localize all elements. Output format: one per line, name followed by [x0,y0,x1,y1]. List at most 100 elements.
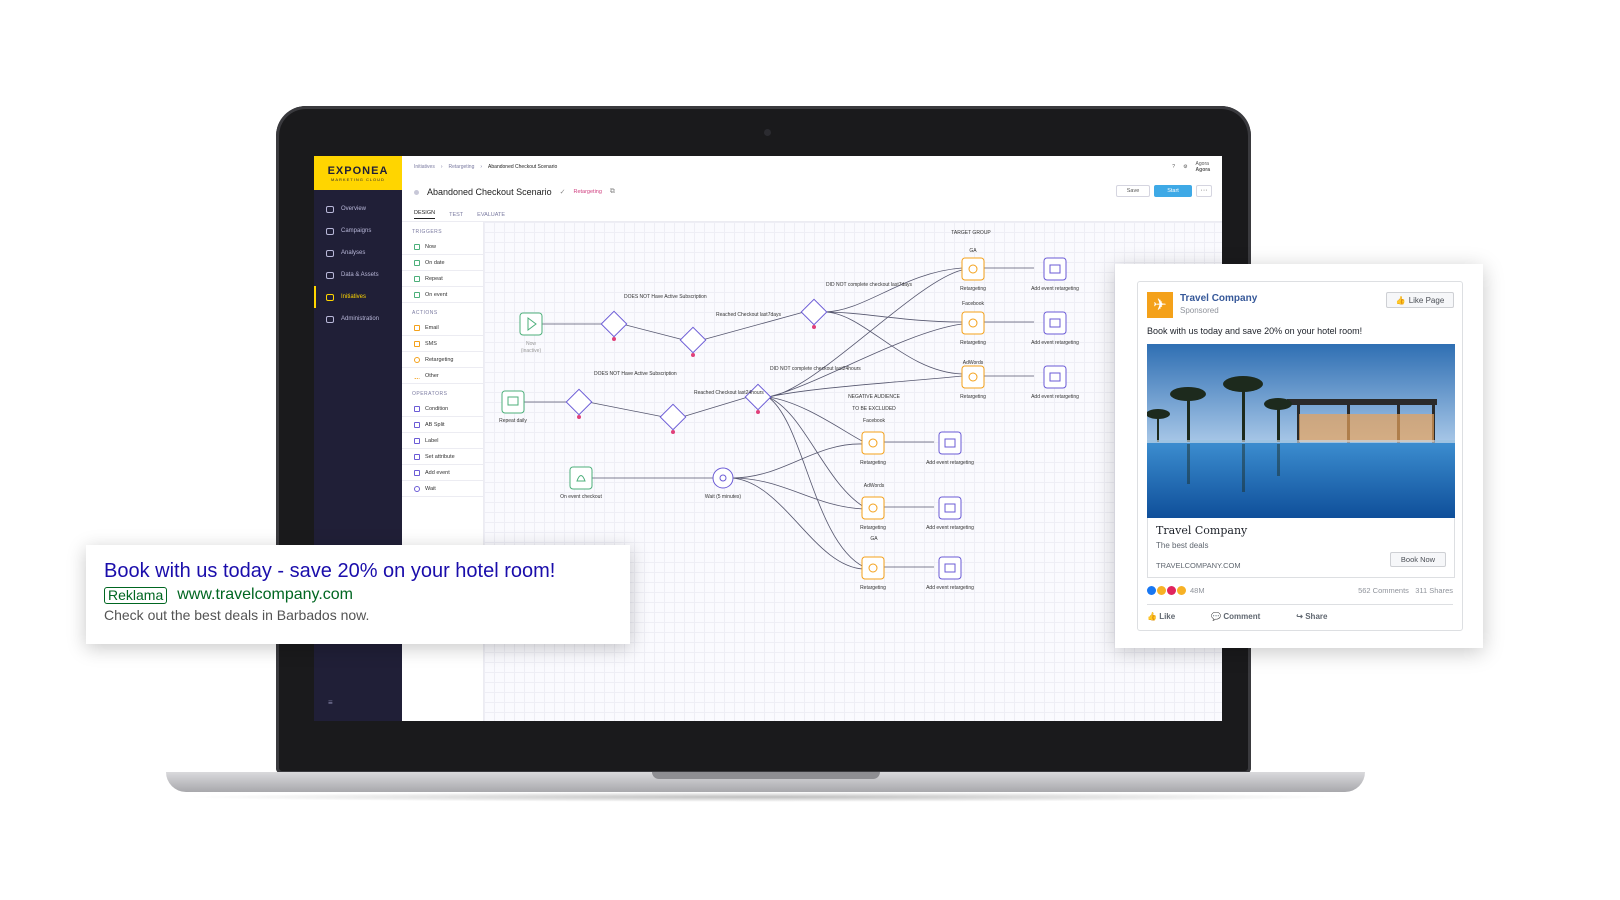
help-icon[interactable]: ? [1172,164,1175,170]
start-button[interactable]: Start [1154,185,1192,197]
trigger-repeat-node[interactable] [501,390,525,414]
like-button[interactable]: 👍 Like [1147,612,1175,621]
save-button[interactable]: Save [1116,185,1150,197]
tab-test[interactable]: TEST [449,212,463,218]
wait-node[interactable] [712,467,734,489]
palette-item-on-event[interactable]: On event [402,287,483,303]
palette-item-condition[interactable]: Condition [402,401,483,417]
sidebar-item-initiatives[interactable]: Initiatives [314,286,402,308]
palette-item-wait[interactable]: Wait [402,481,483,497]
card-title: Travel Company [1156,524,1248,537]
palette-item-on-date[interactable]: On date [402,255,483,271]
add-event-label: Add event retargeting [1031,394,1079,400]
sidebar-item-campaigns[interactable]: Campaigns [314,220,402,242]
condition-label: DOES NOT Have Active Subscription [594,371,677,377]
condition-node[interactable] [800,298,828,326]
user-project: Agora [1195,167,1210,173]
link-card[interactable]: Travel Company The best deals TRAVELCOMP… [1147,518,1455,578]
palette-item-now[interactable]: Now [402,239,483,255]
comment-count[interactable]: 562 Comments [1358,586,1409,595]
sidebar-item-label: Analyses [341,250,366,256]
condition-nodes[interactable] [565,298,828,431]
overview-icon [326,205,334,213]
condition-label: DID NOT complete checkout last7days [826,282,913,288]
folder-tag[interactable]: Retargeting [573,189,601,195]
breadcrumb-initiatives[interactable]: Initiatives [414,164,435,170]
hotel-pool-image[interactable] [1147,344,1455,518]
thumbs-up-icon: 👍 [1395,295,1406,305]
condition-node[interactable] [659,403,687,431]
like-label: Like [1159,612,1176,621]
exponea-logo[interactable]: EXPONEA MARKETING CLOUD [314,156,402,190]
flow-canvas[interactable]: Now (inactive) Repeat daily On event che… [484,222,1222,721]
share-count[interactable]: 311 Shares [1415,586,1453,595]
card-url: TRAVELCOMPANY.COM [1156,561,1241,570]
sidebar-item-analyses[interactable]: Analyses [314,242,402,264]
play-icon [414,243,420,250]
palette-item-retargeting[interactable]: Retargeting [402,352,483,368]
palette-item-other[interactable]: Other [402,368,483,384]
condition-node[interactable] [679,326,707,354]
airplane-icon[interactable]: ✈ [1147,292,1173,318]
breadcrumb-retargeting[interactable]: Retargeting [449,164,475,170]
sidebar-item-data-assets[interactable]: Data & Assets [314,264,402,286]
sidebar-item-administration[interactable]: Administration [314,308,402,330]
like-page-label: Like Page [1408,295,1445,305]
gear-icon[interactable]: ⚙ [1183,164,1187,170]
palette-item-label: Add event [425,469,450,476]
trigger-event-node[interactable] [569,466,593,490]
condition-node[interactable] [565,388,593,416]
tab-evaluate[interactable]: EVALUATE [477,212,505,218]
condition-node[interactable] [744,383,772,411]
page-title[interactable]: Abandoned Checkout Scenario [427,187,552,197]
google-ad-url[interactable]: www.travelcompany.com [177,586,353,604]
retargeting-label: Retargeting [860,460,886,466]
channel-label-ga: GA [969,248,977,254]
more-options-button[interactable]: ··· [1196,185,1212,197]
user-menu[interactable]: Agora Agora [1196,161,1210,173]
palette-item-label: Condition [425,405,449,412]
node-palette: TRIGGERS Now On date Repeat On event ACT… [402,222,484,721]
collapse-sidebar-icon[interactable]: ≡ [328,698,333,707]
palette-item-label: On date [425,259,445,266]
trigger-now-label: Now [526,341,536,347]
palette-item-label: Other [425,372,439,379]
sidebar-item-overview[interactable]: Overview [314,198,402,220]
palette-item-email[interactable]: Email [402,320,483,336]
add-event-icon [414,469,420,476]
comment-button[interactable]: 💬 Comment [1211,612,1260,621]
condition-label: Reached Checkout last7days [716,312,782,318]
retargeting-label: Retargeting [860,525,886,531]
add-event-label: Add event retargeting [926,525,974,531]
campaigns-icon [326,227,334,235]
tab-design[interactable]: DESIGN [414,210,436,219]
channel-label-facebook: Facebook [863,418,885,424]
laptop-notch [652,772,880,779]
trigger-now-node[interactable] [519,312,543,336]
bookmark-icon [414,453,420,460]
palette-item-ab-split[interactable]: AB Split [402,417,483,433]
palette-item-label: Repeat [425,275,443,282]
condition-node[interactable] [600,310,628,338]
facebook-ad-card: ✈ Travel Company Sponsored 👍 Like Page Bo… [1115,264,1483,648]
wait-label: Wait (5 minutes) [705,494,742,500]
post-text: Book with us today and save 20% on your … [1147,326,1363,336]
palette-item-add-event[interactable]: Add event [402,465,483,481]
palette-item-set-attribute[interactable]: Set attribute [402,449,483,465]
palette-item-repeat[interactable]: Repeat [402,271,483,287]
edit-check-icon[interactable]: ✓ [560,188,566,196]
book-now-button[interactable]: Book Now [1390,552,1446,567]
logo-subtext: MARKETING CLOUD [331,176,385,182]
page-name[interactable]: Travel Company [1180,293,1257,304]
like-page-button[interactable]: 👍 Like Page [1386,292,1454,308]
copy-icon[interactable]: ⧉ [610,188,615,196]
share-button[interactable]: ↪ Share [1296,612,1327,621]
target-icon [414,356,420,363]
retargeting-label: Retargeting [960,286,986,292]
retargeting-label: Retargeting [860,585,886,591]
trigger-repeat-label: Repeat daily [499,418,527,424]
google-ad-headline[interactable]: Book with us today - save 20% on your ho… [104,560,612,583]
palette-item-sms[interactable]: SMS [402,336,483,352]
reactions[interactable]: 48M [1147,586,1205,595]
palette-item-label-op[interactable]: Label [402,433,483,449]
